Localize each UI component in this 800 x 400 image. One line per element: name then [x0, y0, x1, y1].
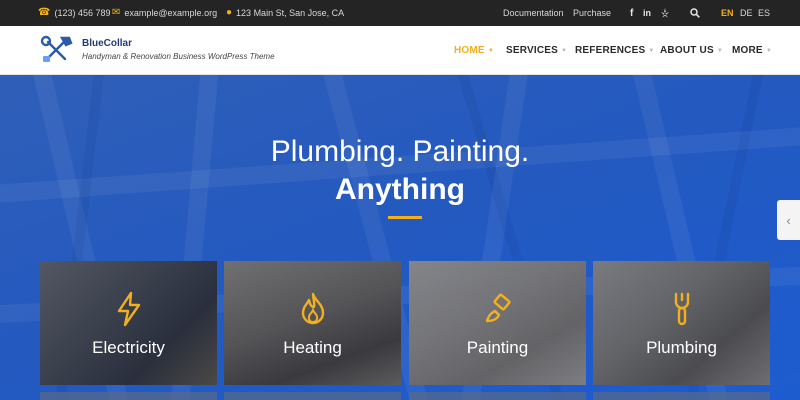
- address-contact: ● 123 Main St, San Jose, CA: [226, 0, 344, 26]
- nav-about-us[interactable]: ABOUT US ▼: [660, 26, 723, 75]
- hero-heading-line2: Anything: [335, 173, 465, 206]
- nav-references-label: REFERENCES: [575, 45, 646, 56]
- documentation-link[interactable]: Documentation: [503, 0, 564, 26]
- service-label: Painting: [466, 338, 529, 357]
- service-card-row2: [409, 392, 586, 400]
- wrench-icon: [593, 291, 770, 327]
- lightning-bolt-icon: [40, 291, 217, 327]
- nav-about-us-label: ABOUT US: [660, 45, 714, 56]
- service-card-row2: [40, 392, 217, 400]
- service-card-painting[interactable]: Painting: [409, 261, 586, 385]
- service-card-heating[interactable]: Heating: [224, 261, 401, 385]
- nav-more[interactable]: MORE ▼: [732, 26, 772, 75]
- nav-services-label: SERVICES: [506, 45, 558, 56]
- chevron-down-icon: ▼: [648, 47, 655, 54]
- hero-accent-rule: [388, 216, 422, 219]
- language-en[interactable]: EN: [721, 0, 734, 26]
- brand-name[interactable]: BlueCollar: [82, 38, 132, 49]
- service-card-electricity[interactable]: Electricity: [40, 261, 217, 385]
- logo-tools-icon[interactable]: [40, 35, 74, 65]
- purchase-link[interactable]: Purchase: [573, 0, 611, 26]
- language-es[interactable]: ES: [758, 0, 770, 26]
- service-label: Electricity: [92, 338, 165, 357]
- facebook-icon[interactable]: f: [630, 0, 633, 26]
- phone-number: (123) 456 789: [54, 8, 111, 18]
- brand-tagline: Handyman & Renovation Business WordPress…: [82, 52, 275, 61]
- top-bar: ☎ (123) 456 789 ✉ example@example.org ● …: [0, 0, 800, 26]
- yelp-icon[interactable]: [660, 0, 670, 26]
- nav-more-label: MORE: [732, 45, 763, 56]
- service-card-row2: [593, 392, 770, 400]
- phone-contact[interactable]: ☎ (123) 456 789: [38, 0, 111, 26]
- linkedin-icon[interactable]: in: [643, 0, 651, 26]
- map-pin-icon: ●: [226, 7, 233, 18]
- nav-references[interactable]: REFERENCES ▼: [575, 26, 655, 75]
- email-contact[interactable]: ✉ example@example.org: [112, 0, 217, 26]
- service-label: Plumbing: [646, 338, 717, 357]
- language-de[interactable]: DE: [740, 0, 753, 26]
- service-card-row2: [224, 392, 401, 400]
- email-address: example@example.org: [124, 8, 218, 18]
- nav-home[interactable]: HOME ▼: [454, 26, 494, 75]
- site-header: BlueCollar Handyman & Renovation Busines…: [0, 26, 800, 75]
- nav-home-label: HOME: [454, 45, 485, 56]
- service-card-plumbing[interactable]: Plumbing: [593, 261, 770, 385]
- side-panel-toggle[interactable]: ‹: [777, 200, 800, 240]
- address-text: 123 Main St, San Jose, CA: [236, 8, 345, 18]
- phone-icon: ☎: [38, 7, 51, 18]
- chevron-down-icon: ▼: [716, 47, 723, 54]
- hero-section: Plumbing. Painting. Anything ‹ Electrici…: [0, 75, 800, 400]
- chevron-down-icon: ▼: [765, 47, 772, 54]
- search-icon[interactable]: [690, 0, 700, 26]
- chevron-down-icon: ▼: [561, 47, 568, 54]
- service-label: Heating: [283, 338, 342, 357]
- hero-heading-line1: Plumbing. Painting.: [270, 135, 530, 168]
- envelope-icon: ✉: [112, 7, 121, 18]
- chevron-left-icon: ‹: [786, 212, 791, 228]
- paint-brush-icon: [409, 291, 586, 327]
- nav-services[interactable]: SERVICES ▼: [506, 26, 567, 75]
- chevron-down-icon: ▼: [487, 47, 494, 54]
- flame-icon: [224, 291, 401, 327]
